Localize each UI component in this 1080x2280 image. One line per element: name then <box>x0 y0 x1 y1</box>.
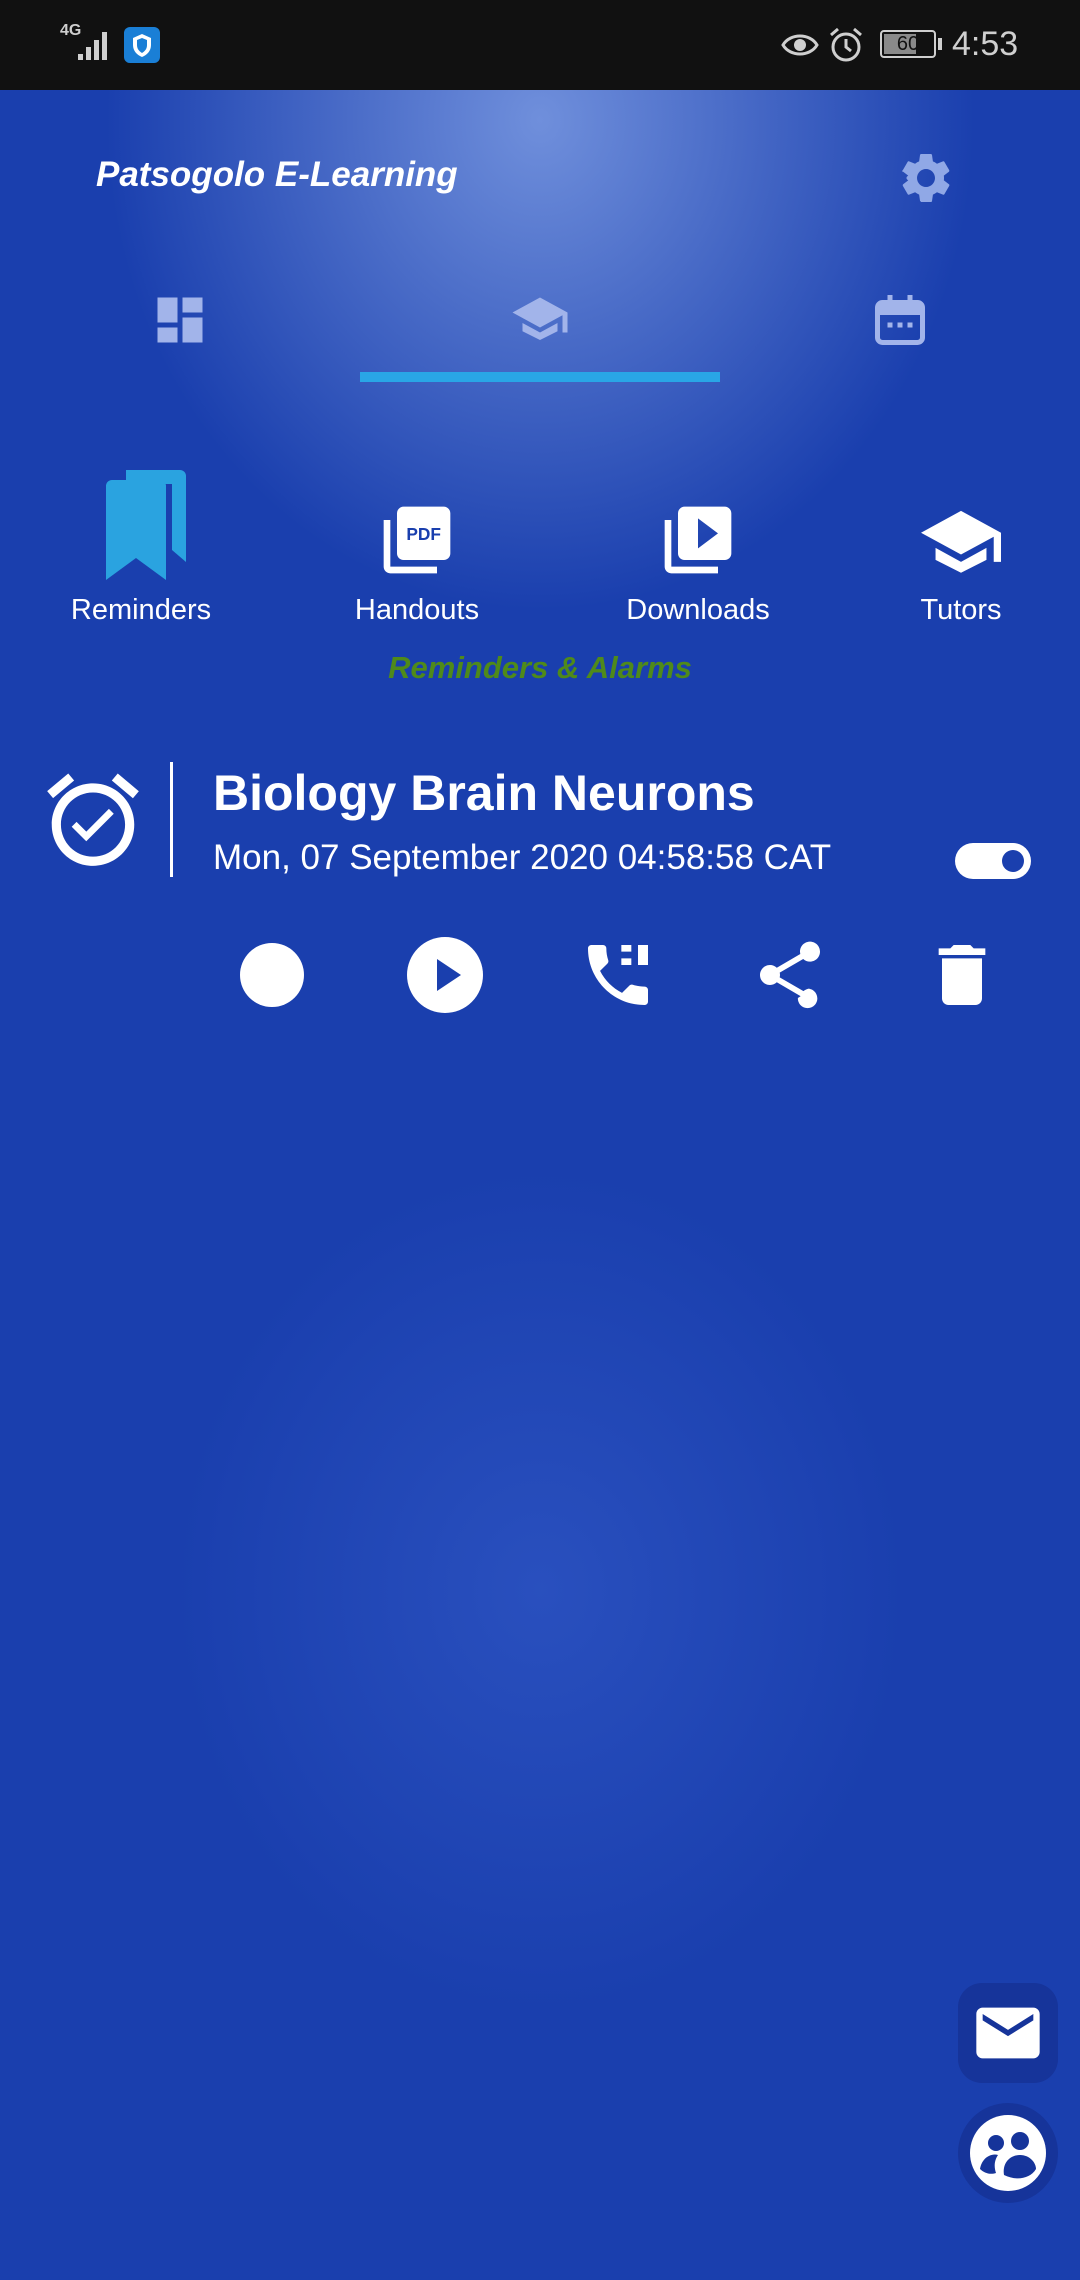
alarm-check-icon <box>47 773 139 866</box>
clock-time: 4:53 <box>952 25 1019 63</box>
reminder-title[interactable]: Biology Brain Neurons <box>213 764 755 822</box>
reminders-button[interactable]: Reminders <box>41 470 241 627</box>
reminders-label: Reminders <box>70 594 212 626</box>
reminder-toggle[interactable] <box>955 843 1031 879</box>
mail-icon <box>976 2007 1040 2059</box>
battery-icon: 60 <box>880 30 936 58</box>
shield-icon <box>124 27 160 63</box>
reminder-datetime: Mon, 07 September 2020 04:58:58 CAT <box>213 838 832 877</box>
mail-button[interactable] <box>958 1983 1058 2083</box>
section-title: Reminders & Alarms <box>388 650 692 685</box>
downloads-button[interactable]: Downloads <box>598 470 798 627</box>
active-tab-indicator <box>360 372 720 382</box>
reminder-divider <box>170 762 173 877</box>
signal-icon <box>78 32 107 60</box>
handouts-button[interactable]: PDF Handouts <box>317 470 517 627</box>
bookmark-icon <box>106 470 186 580</box>
dashboard-icon[interactable] <box>150 290 210 350</box>
graduation-cap-icon <box>921 510 1001 573</box>
community-button[interactable] <box>958 2103 1058 2203</box>
status-bar: 4G 60 4:53 <box>0 0 1080 90</box>
play-icon[interactable] <box>405 935 485 1015</box>
eye-icon <box>781 34 819 56</box>
graduation-cap-icon[interactable] <box>510 290 570 350</box>
calendar-icon[interactable] <box>870 290 930 350</box>
app-background <box>0 90 1080 2280</box>
handouts-label: Handouts <box>354 594 480 626</box>
app-title: Patsogolo E-Learning <box>96 155 458 194</box>
video-library-icon <box>664 506 732 574</box>
toggle-knob <box>1002 850 1024 872</box>
battery-level: 60 <box>896 33 920 55</box>
battery-cap <box>938 38 942 50</box>
alarm-icon <box>830 27 862 62</box>
call-icon[interactable] <box>578 935 658 1015</box>
tutors-button[interactable]: Tutors <box>861 470 1061 627</box>
delete-icon[interactable] <box>922 935 1002 1015</box>
share-icon[interactable] <box>750 935 830 1015</box>
svg-text:PDF: PDF <box>406 524 441 544</box>
downloads-label: Downloads <box>626 594 770 626</box>
community-icon <box>970 2115 1046 2191</box>
pdf-icon: PDF <box>383 506 451 574</box>
tutors-label: Tutors <box>920 594 1002 626</box>
record-icon[interactable] <box>232 935 312 1015</box>
gear-icon[interactable] <box>896 148 956 208</box>
